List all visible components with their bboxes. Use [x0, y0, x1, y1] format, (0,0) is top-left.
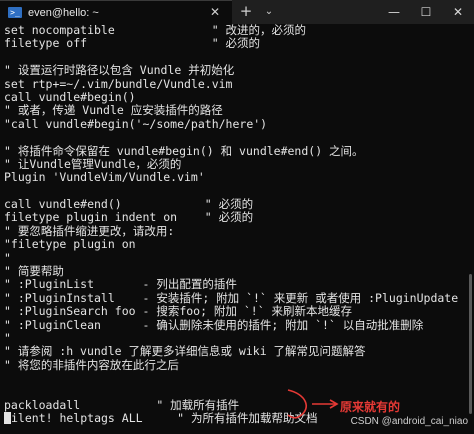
terminal-output[interactable]: set nocompatible " 改进的，必须的 filetype off "… — [4, 24, 466, 434]
terminal-line: call vundle#begin() — [4, 89, 136, 104]
terminal-icon: >_ — [8, 7, 22, 18]
terminal-line: call vundle#end() " 必须的 — [4, 197, 254, 212]
scrollbar-thumb[interactable] — [469, 274, 472, 414]
terminal-line: " 请参阅 :h vundle 了解更多详细信息或 wiki 了解常见问题解答 — [4, 344, 366, 359]
terminal-line: set nocompatible " 改进的，必须的 — [4, 24, 307, 37]
title-bar: >_ even@hello: ~ ✕ + ⌄ — ☐ ✕ — [0, 0, 474, 24]
terminal-line: " 或者，传递 Vundle 应安装插件的路径 — [4, 103, 223, 118]
terminal-line: filetype plugin indent on " 必须的 — [4, 210, 254, 225]
terminal-line: " 简要帮助 — [4, 264, 64, 279]
terminal-line: " 设置运行时路径以包含 Vundle 并初始化 — [4, 63, 235, 78]
tab-title: even@hello: ~ — [28, 6, 99, 19]
minimize-button[interactable]: — — [378, 0, 410, 24]
chevron-down-icon[interactable]: ⌄ — [260, 0, 278, 24]
terminal-line: " :PluginList - 列出配置的插件 — [4, 277, 237, 292]
terminal-line: "filetype plugin on — [4, 237, 136, 252]
terminal-line: " — [4, 250, 11, 265]
terminal-line: " — [4, 330, 11, 345]
terminal-line: " 让Vundle管理Vundle，必须的 — [4, 156, 182, 171]
terminal-line: " :PluginClean - 确认删除未使用的插件; 附加 `!` 以自动批… — [4, 317, 424, 332]
scrollbar[interactable] — [466, 24, 474, 434]
watermark: CSDN @android_cai_niao — [350, 416, 468, 427]
text-cursor — [4, 412, 11, 425]
terminal-line: set rtp+=~/.vim/bundle/Vundle.vim — [4, 76, 233, 91]
terminal-line-text: ilent! helptags ALL " 为所有插件加载帮助文档 — [11, 411, 318, 426]
terminal-line: " :PluginInstall - 安装插件; 附加 `!` 来更新 或者使用… — [4, 290, 459, 305]
terminal-line: " 要忽略插件缩进更改，请改用: — [4, 223, 175, 238]
maximize-button[interactable]: ☐ — [410, 0, 442, 24]
terminal-line: "call vundle#begin('~/some/path/here') — [4, 116, 268, 131]
tab-close-icon[interactable]: ✕ — [210, 5, 220, 19]
terminal-line: " 将插件命令保留在 vundle#begin() 和 vundle#end()… — [4, 143, 364, 158]
title-bar-drag-area[interactable] — [278, 0, 378, 24]
terminal-line: " 将您的非插件内容放在此行之后 — [4, 357, 179, 372]
terminal-line: Plugin 'VundleVim/Vundle.vim' — [4, 170, 205, 185]
terminal-line: filetype off " 必须的 — [4, 36, 261, 51]
terminal-line: " :PluginSearch foo - 搜索foo; 附加 `!` 来刷新本… — [4, 304, 353, 319]
annotation-label: 原来就有的 — [340, 400, 401, 414]
terminal-tab[interactable]: >_ even@hello: ~ ✕ — [0, 0, 232, 24]
new-tab-button[interactable]: + — [232, 0, 260, 24]
close-button[interactable]: ✕ — [442, 0, 474, 24]
